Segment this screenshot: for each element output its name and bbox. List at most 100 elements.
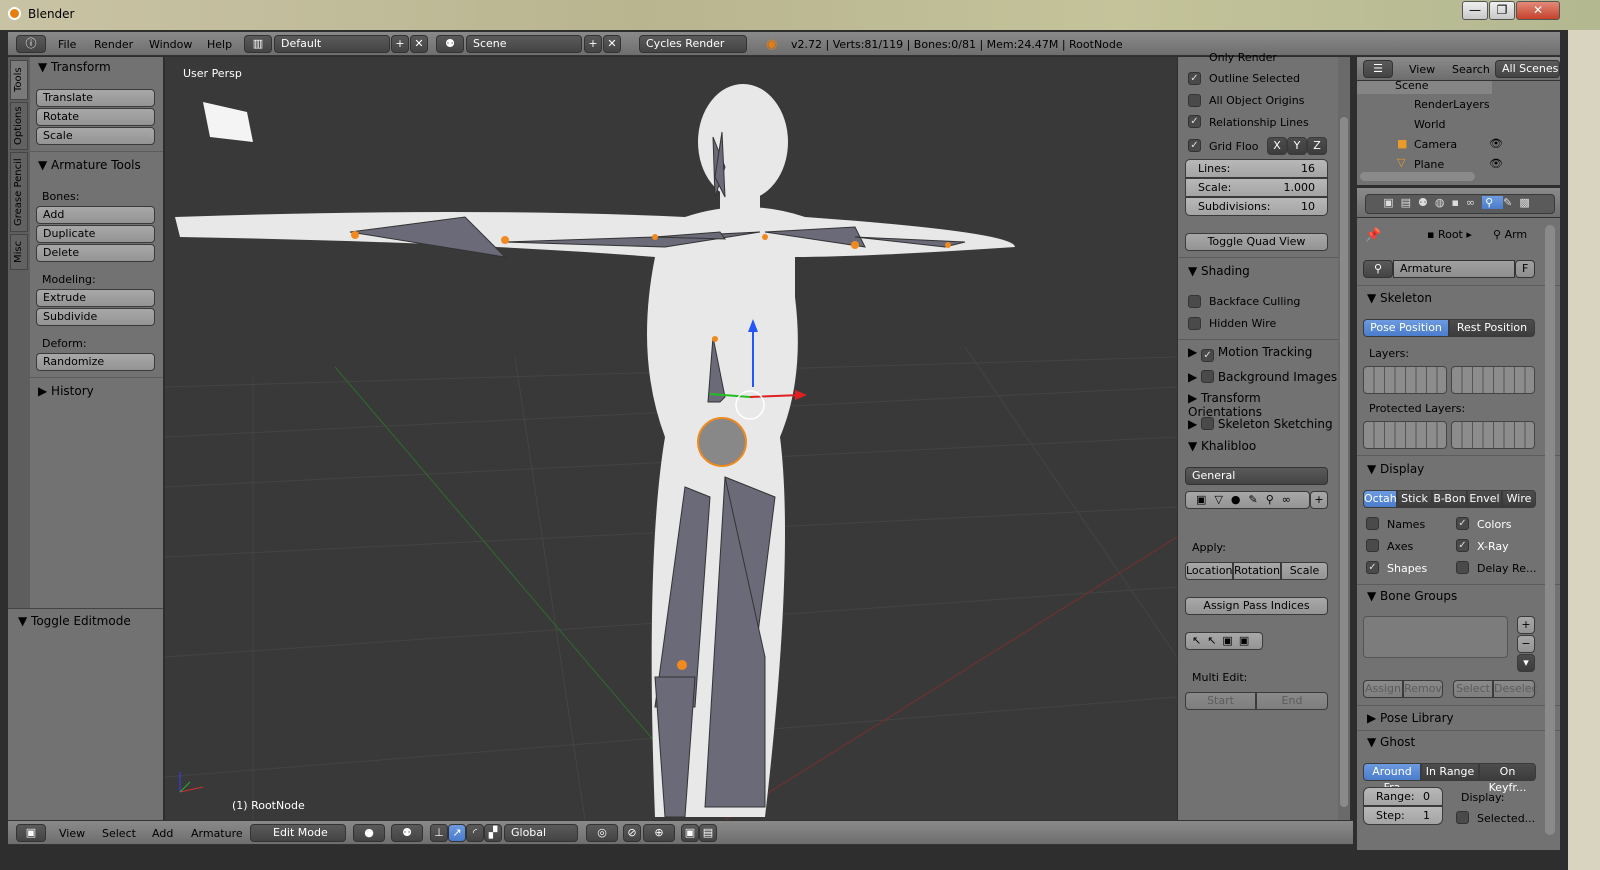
khalibloo-category-select[interactable]: General <box>1185 467 1328 485</box>
display-bbone[interactable]: B-Bon <box>1432 490 1467 508</box>
snap-element-select[interactable]: ⊕ <box>643 824 675 842</box>
hidden-wire-checkbox[interactable] <box>1188 317 1201 330</box>
grid-z-toggle[interactable]: Z <box>1307 137 1327 155</box>
display-stick[interactable]: Stick <box>1397 490 1432 508</box>
rest-position-button[interactable]: Rest Position <box>1449 319 1535 337</box>
ghost-header[interactable]: ▼ Ghost <box>1367 735 1415 749</box>
visibility-eye-icon[interactable]: 👁 <box>1489 157 1503 170</box>
protected-layers-grid-2[interactable] <box>1451 421 1535 449</box>
xray-checkbox[interactable]: ✓ <box>1456 539 1469 552</box>
render-engine-select[interactable]: Cycles Render <box>639 35 747 53</box>
translate-manipulator-toggle[interactable]: ↗ <box>448 824 466 842</box>
background-images-header[interactable]: ▶ Background Images <box>1188 368 1337 384</box>
snap-toggle[interactable]: ⊘ <box>623 824 641 842</box>
pin-icon[interactable]: 📌 <box>1365 228 1381 243</box>
multi-edit-start-button[interactable]: Start <box>1185 692 1256 710</box>
shapes-checkbox[interactable]: ✓ <box>1366 561 1379 574</box>
pose-position-button[interactable]: Pose Position <box>1363 319 1449 337</box>
outliner-scrollbar[interactable] <box>1360 172 1475 181</box>
shading-header[interactable]: ▼ Shading <box>1188 264 1250 278</box>
outliner-editor-icon[interactable]: ☰ <box>1363 60 1393 78</box>
skeleton-sketching-header[interactable]: ▶ Skeleton Sketching <box>1188 415 1333 431</box>
outliner-item-scene[interactable]: Scene <box>1395 79 1429 92</box>
skeleton-header[interactable]: ▼ Skeleton <box>1367 291 1432 305</box>
multi-edit-end-button[interactable]: End <box>1256 692 1328 710</box>
history-header[interactable]: ▶ History <box>38 384 94 398</box>
randomize-button[interactable]: Randomize <box>36 353 155 371</box>
toggle-editmode-header[interactable]: ▼ Toggle Editmode <box>18 614 131 628</box>
add-layout-icon[interactable]: + <box>391 35 409 53</box>
backface-culling-checkbox[interactable] <box>1188 295 1201 308</box>
screen-layout-field[interactable]: Default <box>274 35 390 53</box>
viewport-shading-select[interactable]: ● <box>353 824 385 842</box>
apply-scale-button[interactable]: Scale <box>1281 562 1328 580</box>
outliner-item-world[interactable]: World <box>1414 118 1446 131</box>
remove-bone-group-button[interactable]: − <box>1517 635 1535 653</box>
properties-context-tabs[interactable]: ▣▤⚉◍▪∞ ⚲ ✎▩ <box>1365 194 1555 214</box>
extrude-button[interactable]: Extrude <box>36 289 155 307</box>
subdivide-button[interactable]: Subdivide <box>36 308 155 326</box>
apply-rotation-button[interactable]: Rotation <box>1233 562 1281 580</box>
translate-button[interactable]: Translate <box>36 89 155 107</box>
proportional-edit-select[interactable]: ◎ <box>586 824 618 842</box>
outliner-filter-select[interactable]: All Scenes <box>1495 60 1560 78</box>
menu-add[interactable]: Add <box>152 827 173 840</box>
scene-icon[interactable]: ⚉ <box>436 35 464 53</box>
tab-misc[interactable]: Misc <box>10 234 28 270</box>
ghost-step-field[interactable]: Step: 1 <box>1363 806 1443 825</box>
scene-field[interactable]: Scene <box>466 35 582 53</box>
transform-orientation-select[interactable]: Global <box>504 824 578 842</box>
khalibloo-add-icon[interactable]: + <box>1310 491 1328 509</box>
visibility-eye-icon[interactable]: 👁 <box>1489 137 1503 150</box>
grid-scale-field[interactable]: Scale: 1.000 <box>1185 178 1328 197</box>
armature-tools-header[interactable]: ▼ Armature Tools <box>38 158 141 172</box>
motion-tracking-header[interactable]: ▶ ✓ Motion Tracking <box>1188 345 1312 362</box>
grid-x-toggle[interactable]: X <box>1267 137 1287 155</box>
menu-help[interactable]: Help <box>207 38 232 51</box>
outliner-item-camera[interactable]: Camera <box>1414 138 1457 151</box>
minimize-button[interactable]: — <box>1462 1 1488 20</box>
apply-location-button[interactable]: Location <box>1185 562 1233 580</box>
outliner-search-menu[interactable]: Search <box>1452 63 1490 76</box>
menu-select[interactable]: Select <box>102 827 136 840</box>
axes-checkbox[interactable] <box>1366 539 1379 552</box>
menu-window[interactable]: Window <box>149 38 192 51</box>
outliner-view-menu[interactable]: View <box>1409 63 1435 76</box>
fake-user-button[interactable]: F <box>1515 260 1535 278</box>
delay-refresh-checkbox[interactable] <box>1456 561 1469 574</box>
mode-select[interactable]: Edit Mode <box>250 824 346 842</box>
grid-subdivisions-field[interactable]: Subdivisions: 10 <box>1185 197 1328 216</box>
relationship-lines-checkbox[interactable]: ✓ <box>1188 115 1201 128</box>
layers-grid-2[interactable] <box>1451 366 1535 394</box>
menu-render[interactable]: Render <box>94 38 133 51</box>
all-object-origins-checkbox[interactable] <box>1188 94 1201 107</box>
properties-region-scrollbar[interactable] <box>1338 57 1350 820</box>
grid-floor-checkbox[interactable]: ✓ <box>1188 139 1201 152</box>
delete-scene-icon[interactable]: ✕ <box>603 35 621 53</box>
manipulator-toggle[interactable]: ⊥ <box>430 824 448 842</box>
remove-button[interactable]: Remov <box>1403 680 1443 698</box>
delete-layout-icon[interactable]: ✕ <box>410 35 428 53</box>
armature-datablock-field[interactable]: Armature <box>1393 260 1515 278</box>
outliner-item-plane[interactable]: Plane <box>1414 158 1444 171</box>
bone-groups-list[interactable] <box>1363 616 1508 658</box>
deselect-button[interactable]: Deselec <box>1493 680 1538 698</box>
maximize-button[interactable]: ❐ <box>1489 1 1515 20</box>
outline-selected-checkbox[interactable]: ✓ <box>1188 72 1201 85</box>
pivot-point-select[interactable]: ⚉ <box>391 824 423 842</box>
editor-type-3d-icon[interactable]: ▣ <box>16 824 46 842</box>
render-animation-button[interactable]: ▤ <box>699 824 717 842</box>
ghost-range-field[interactable]: Range: 0 <box>1363 787 1443 806</box>
menu-armature[interactable]: Armature <box>191 827 243 840</box>
assign-pass-indices-button[interactable]: Assign Pass Indices <box>1185 597 1328 615</box>
ghost-selected-checkbox[interactable] <box>1456 811 1469 824</box>
khalibloo-icon-row[interactable]: ▣▽●✎⚲∞ <box>1185 491 1310 509</box>
select-button[interactable]: Select <box>1453 680 1493 698</box>
properties-editor-scrollbar[interactable] <box>1545 225 1555 835</box>
screen-layout-icon[interactable]: ▥ <box>244 35 272 53</box>
display-octahedral[interactable]: Octah <box>1363 490 1397 508</box>
editor-type-info-icon[interactable]: ⓘ <box>16 35 46 53</box>
delete-button[interactable]: Delete <box>36 244 155 262</box>
toggle-quad-view-button[interactable]: Toggle Quad View <box>1185 233 1328 251</box>
display-envelope[interactable]: Envel <box>1467 490 1502 508</box>
